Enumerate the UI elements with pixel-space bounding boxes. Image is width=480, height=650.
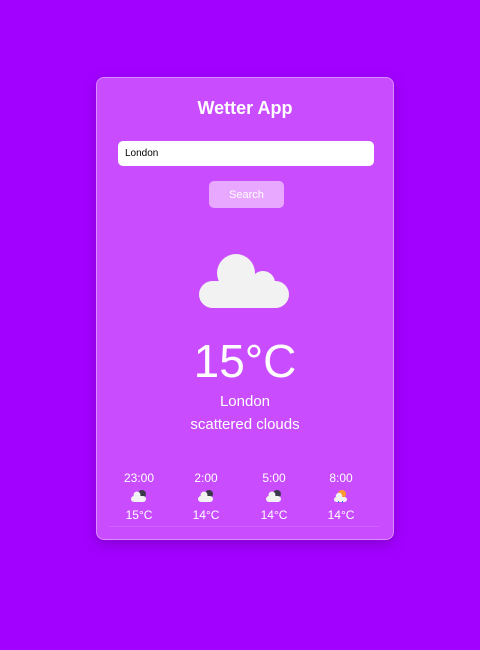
current-city: London <box>219 393 271 410</box>
weather-description: scattered clouds <box>190 416 300 433</box>
current-temperature: 15°C <box>193 335 297 387</box>
forecast-item: 8:00 14°C <box>311 471 371 522</box>
forecast-time: 8:00 <box>329 471 353 485</box>
cloud-night-icon <box>131 490 146 502</box>
forecast-temperature: 15°C <box>125 508 153 522</box>
forecast-item: 5:00 14°C <box>244 471 304 522</box>
forecast-item: 23:00 15°C <box>109 471 169 522</box>
city-search-input[interactable] <box>118 141 374 166</box>
forecast-time: 5:00 <box>262 471 286 485</box>
forecast-time: 23:00 <box>123 471 155 485</box>
cloud-icon <box>199 254 289 308</box>
weather-card: Wetter App Search 15°C London scattered … <box>96 77 394 540</box>
cloud-night-icon <box>266 490 281 502</box>
cloud-sun-icon <box>334 490 347 503</box>
forecast-time: 2:00 <box>194 471 218 485</box>
forecast-temperature: 14°C <box>192 508 220 522</box>
forecast-temperature: 14°C <box>327 508 355 522</box>
hourly-forecast: 23:00 15°C 2:00 14°C 5:00 14°C 8:00 14°C <box>109 471 379 527</box>
forecast-temperature: 14°C <box>260 508 288 522</box>
cloud-night-icon <box>198 490 213 502</box>
app-title: Wetter App <box>197 98 293 118</box>
forecast-item: 2:00 14°C <box>176 471 236 522</box>
search-button[interactable]: Search <box>209 181 284 208</box>
